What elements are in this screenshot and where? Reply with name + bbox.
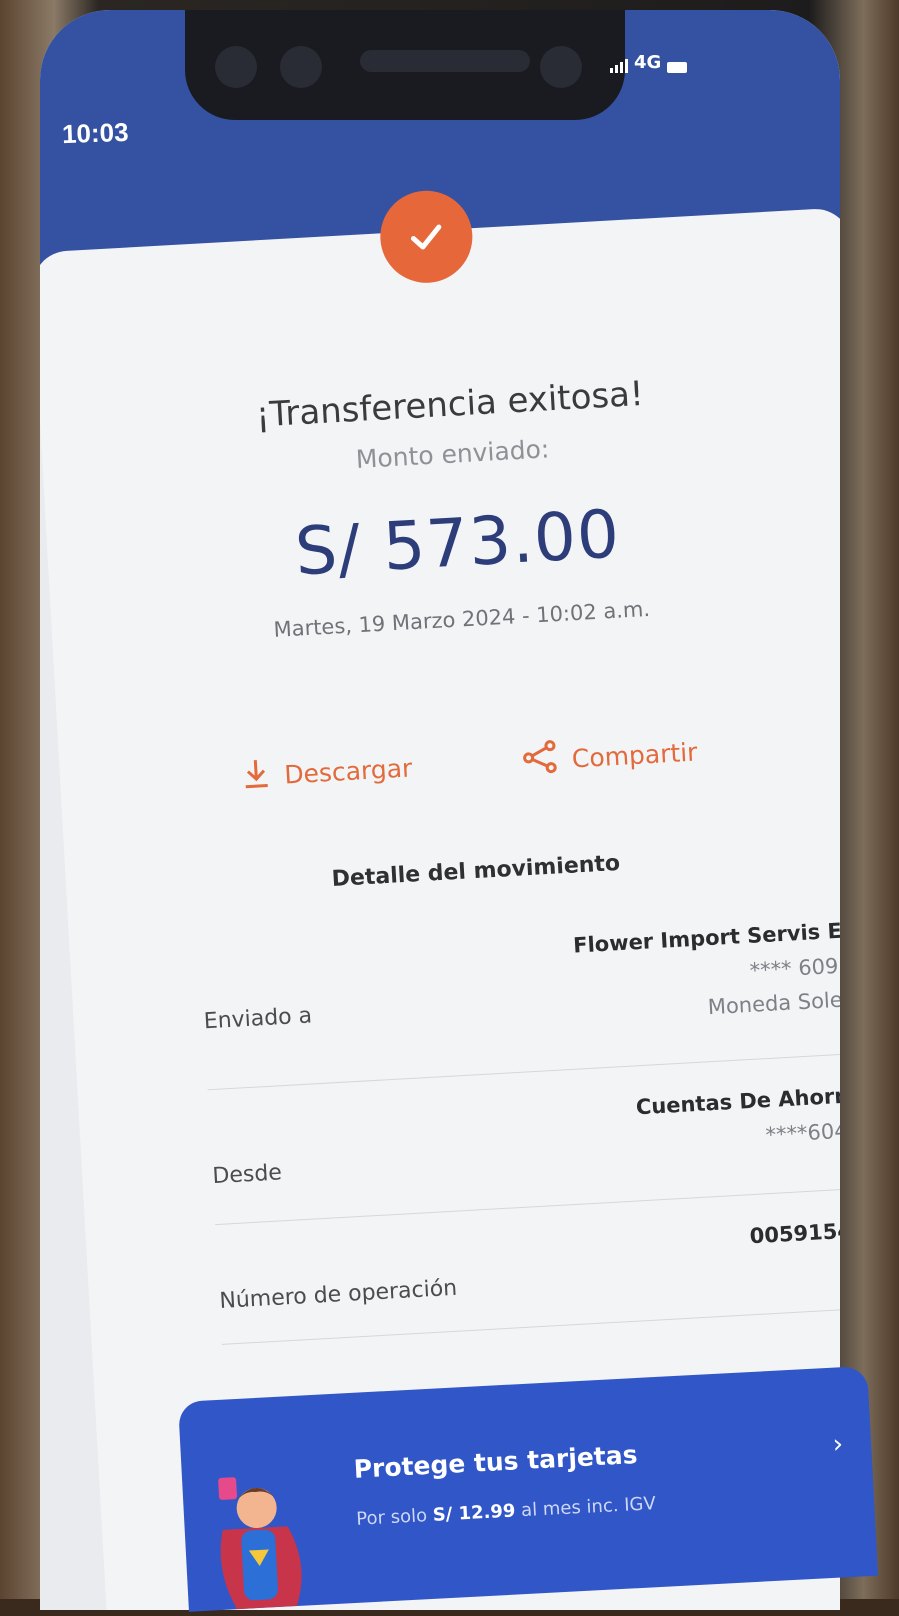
share-button[interactable]: Compartir [521,731,699,781]
operation-label: Número de operación [218,1275,458,1314]
phone-notch [185,10,625,120]
promo-subtitle: Por solo S/ 12.99 al mes inc. IGV [356,1493,656,1530]
promo-price: S/ 12.99 [432,1500,516,1526]
phone-frame: 10:03 4G ¡Transferencia exitosa! Monto e… [0,0,899,1612]
status-time: 10:03 [61,116,129,150]
from-label: Desde [211,1160,283,1190]
promo-banner[interactable]: Protege tus tarjetas Por solo S/ 12.99 a… [178,1365,879,1612]
sent-to-label: Enviado a [203,1003,313,1035]
sent-to-details: Flower Import Servis E. **** 6091 Moneda… [572,913,840,1032]
promo-title: Protege tus tarjetas [353,1440,639,1484]
download-icon [241,756,271,796]
share-icon [521,739,559,781]
operation-details: 00591547 [749,1213,840,1254]
share-label: Compartir [571,736,699,773]
from-row: Desde Cuentas De Ahorro ****6046 [209,1078,840,1204]
network-type: 4G [634,52,662,73]
earpiece-speaker [360,50,530,72]
battery-icon [667,62,688,73]
promo-sub-suffix: al mes inc. IGV [520,1493,657,1522]
from-details: Cuentas De Ahorro ****6046 [635,1078,840,1160]
chevron-right-icon: › [831,1429,844,1460]
operation-number: 00591547 [749,1217,840,1249]
operation-row: Número de operación 00591547 [217,1213,840,1329]
download-label: Descargar [283,752,413,790]
superhero-illustration [200,1465,317,1611]
app-screen: 10:03 4G ¡Transferencia exitosa! Monto e… [40,10,840,1610]
front-camera-icon [215,46,257,88]
sent-to-row: Enviado a Flower Import Servis E. **** 6… [200,913,840,1069]
download-button[interactable]: Descargar [241,747,413,796]
promo-sub-prefix: Por solo [355,1505,428,1530]
transfer-amount: S/ 573.00 [293,495,622,591]
signal-icon [610,59,628,73]
proximity-sensor-icon [540,46,582,88]
status-icons: 4G [610,52,688,73]
sensor-icon [280,46,322,88]
receipt-actions: Descargar Compartir [59,721,840,807]
detail-title: Detalle del movimiento [331,850,621,893]
